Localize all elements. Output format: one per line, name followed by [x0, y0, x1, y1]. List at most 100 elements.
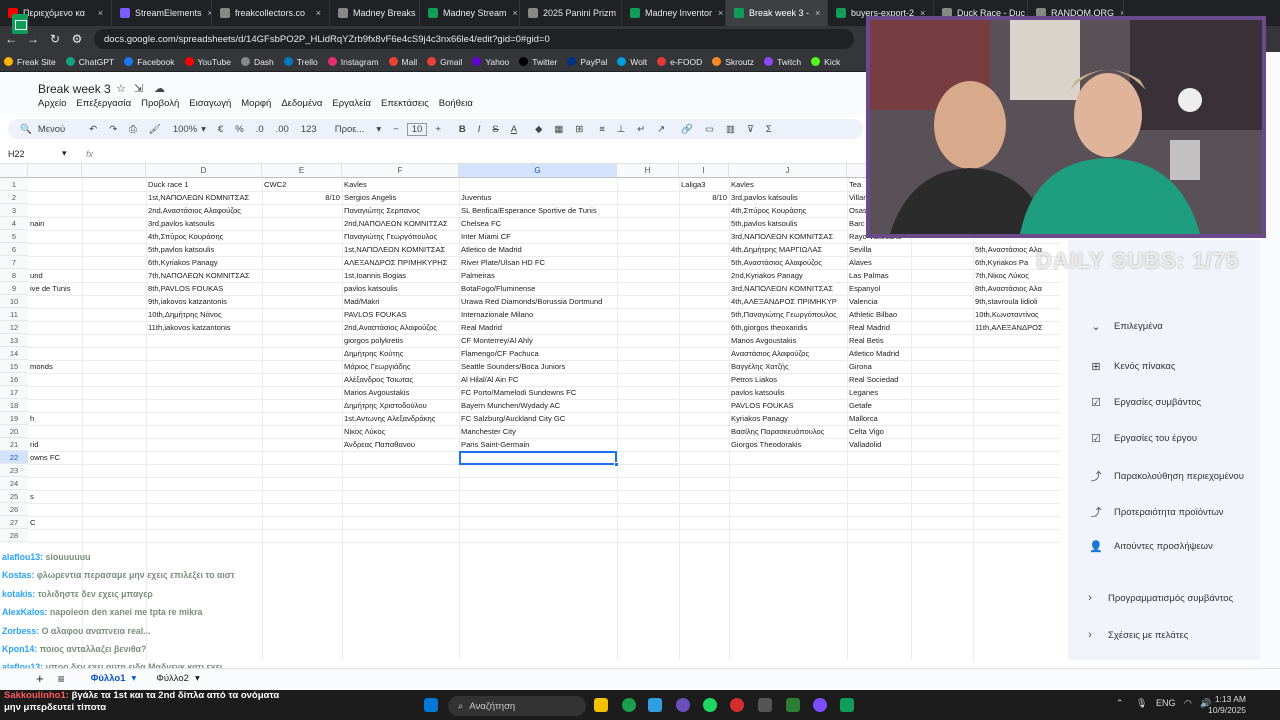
- cell[interactable]: rid: [28, 438, 82, 451]
- cell[interactable]: Paris Saint-Germain: [459, 438, 617, 451]
- cell[interactable]: Atletico de Madrid: [459, 243, 617, 256]
- sheet-tab-1[interactable]: Φύλλο1: [91, 673, 126, 684]
- redo-icon[interactable]: ↷: [109, 124, 117, 135]
- browser-tab[interactable]: freakcollectors.co ×: [212, 0, 330, 26]
- address-bar[interactable]: docs.google.com/spreadsheets/d/14GFsbPO2…: [94, 29, 854, 49]
- cell[interactable]: Las Palmas: [847, 269, 911, 282]
- cell[interactable]: Celta Vigo: [847, 425, 911, 438]
- telegram-icon[interactable]: [648, 698, 662, 712]
- row-header[interactable]: 5: [0, 230, 28, 243]
- bold-icon[interactable]: B: [459, 124, 466, 135]
- link-icon[interactable]: 🔗: [681, 124, 693, 135]
- row-header[interactable]: 11: [0, 308, 28, 321]
- cell[interactable]: Atletico Madrid: [847, 347, 911, 360]
- template-item[interactable]: ⤴ Παρακολούθηση περιεχομένου: [1088, 468, 1244, 484]
- cell[interactable]: CF Monterrey/Al Ahly: [459, 334, 617, 347]
- cell[interactable]: Laliga3: [679, 178, 729, 191]
- close-icon[interactable]: ×: [507, 8, 518, 18]
- cell[interactable]: Marios Avgoustakis: [342, 386, 459, 399]
- menu-item[interactable]: Επεκτάσεις: [381, 98, 429, 109]
- cell[interactable]: 2nd,Αναστάσιος Αλαφούζος: [342, 321, 459, 334]
- row-header[interactable]: 16: [0, 373, 28, 386]
- cell[interactable]: 8/10: [262, 191, 342, 204]
- corner-cell[interactable]: [0, 164, 28, 178]
- app-icon[interactable]: [813, 698, 827, 712]
- cell[interactable]: PAVLOS FOUKAS: [729, 399, 847, 412]
- cell[interactable]: Al Hilal/Al Ain FC: [459, 373, 617, 386]
- print-icon[interactable]: ⎙: [129, 124, 137, 135]
- file-explorer-icon[interactable]: [594, 698, 608, 712]
- fill-handle[interactable]: [614, 462, 619, 467]
- column-header[interactable]: H: [617, 164, 679, 178]
- align-horizontal-icon[interactable]: ≡: [599, 124, 605, 135]
- cell[interactable]: und: [28, 269, 82, 282]
- currency-button[interactable]: €: [218, 124, 223, 135]
- font-size-input[interactable]: 10: [406, 122, 428, 136]
- cell[interactable]: Real Madrid: [847, 321, 911, 334]
- column-header[interactable]: F: [342, 164, 459, 178]
- cell[interactable]: monds: [28, 360, 82, 373]
- template-section[interactable]: › Προγραμματισμός συμβάντος: [1082, 592, 1233, 604]
- cell[interactable]: Valencia: [847, 295, 911, 308]
- cell[interactable]: Getafe: [847, 399, 911, 412]
- zoom-select[interactable]: 100%: [173, 124, 197, 135]
- bookmark-item[interactable]: PayPal: [567, 57, 607, 67]
- cell[interactable]: Real Betis: [847, 334, 911, 347]
- cell[interactable]: pavlos katsoulis: [342, 282, 459, 295]
- cell[interactable]: 1st,ΝΑΠΟΛΕΩΝ ΚΟΜΝΙΤΣΑΣ: [146, 191, 262, 204]
- row-header[interactable]: 23: [0, 464, 28, 477]
- bookmark-item[interactable]: Facebook: [124, 57, 175, 67]
- name-box[interactable]: H22: [8, 149, 62, 159]
- cell[interactable]: 1st,Αντωνης Αλεξανδράκης: [342, 412, 459, 425]
- row-header[interactable]: 4: [0, 217, 28, 230]
- cell[interactable]: Sergios Angelis: [342, 191, 459, 204]
- cell[interactable]: Juventus: [459, 191, 617, 204]
- cell[interactable]: 4th,Δημήτρης ΜΑΡΓΙΩΛΑΣ: [729, 243, 847, 256]
- cell[interactable]: Παναγιώτης Σερπανος: [342, 204, 459, 217]
- cell[interactable]: C: [28, 516, 82, 529]
- filter-icon[interactable]: ⊽: [747, 124, 754, 135]
- row-header[interactable]: 3: [0, 204, 28, 217]
- cell[interactable]: s: [28, 490, 82, 503]
- app-icon[interactable]: [676, 698, 690, 712]
- menu-item[interactable]: Εργαλεία: [332, 98, 371, 109]
- number-format-button[interactable]: 123: [301, 124, 317, 135]
- cell[interactable]: 8th,PAVLOS FOUKAS: [146, 282, 262, 295]
- cell[interactable]: SL Benfica/Esperance Sportive de Tunis: [459, 204, 617, 217]
- cell[interactable]: Mallorca: [847, 412, 911, 425]
- clock[interactable]: 1:13 AM 10/9/2025: [1204, 694, 1246, 716]
- cell[interactable]: 9th,stavroula lidioli: [973, 295, 1060, 308]
- cell[interactable]: Δημήτρης Χριστοδούλου: [342, 399, 459, 412]
- undo-icon[interactable]: ↶: [89, 124, 97, 135]
- cell[interactable]: Internazionale Milano: [459, 308, 617, 321]
- browser-tab[interactable]: StreamElements×: [112, 0, 212, 26]
- cell[interactable]: 9th,iakovos katzantonis: [146, 295, 262, 308]
- cell[interactable]: 7th,ΝΑΠΟΛΕΩΝ ΚΟΜΝΙΤΣΑΣ: [146, 269, 262, 282]
- merge-icon[interactable]: ⊞: [575, 124, 583, 135]
- italic-icon[interactable]: I: [478, 124, 481, 135]
- cell[interactable]: Flamengo/CF Pachuca: [459, 347, 617, 360]
- cell[interactable]: Urawa Red Diamonds/Borussia Dortmund: [459, 295, 617, 308]
- row-header[interactable]: 21: [0, 438, 28, 451]
- close-icon[interactable]: ×: [809, 8, 820, 18]
- tray-overflow-icon[interactable]: ⌃: [1116, 698, 1124, 709]
- cell[interactable]: Seattle Sounders/Boca Juniors: [459, 360, 617, 373]
- row-header[interactable]: 26: [0, 503, 28, 516]
- forward-icon[interactable]: →: [22, 32, 44, 46]
- strikethrough-icon[interactable]: S: [492, 124, 498, 135]
- row-header[interactable]: 14: [0, 347, 28, 360]
- bookmark-item[interactable]: ChatGPT: [65, 57, 114, 67]
- reload-icon[interactable]: ↻: [44, 32, 66, 46]
- menu-item[interactable]: Εισαγωγή: [189, 98, 231, 109]
- borders-icon[interactable]: ▦: [554, 124, 563, 135]
- column-header[interactable]: [82, 164, 146, 178]
- cell[interactable]: 1st,ΝΑΠΟΛΕΩΝ ΚΟΜΝΙΤΣΑΣ: [342, 243, 459, 256]
- chart-icon[interactable]: ▥: [726, 124, 735, 135]
- cell[interactable]: ΑΛΕΞΑΝΔΡΟΣ ΠΡΙΜΗΚΥΡΗΣ: [342, 256, 459, 269]
- cell[interactable]: nain: [28, 217, 82, 230]
- all-sheets-icon[interactable]: ≡: [58, 672, 65, 686]
- close-icon[interactable]: ×: [310, 8, 321, 18]
- close-icon[interactable]: ×: [712, 8, 723, 18]
- bookmark-item[interactable]: YouTube: [184, 57, 231, 67]
- browser-tab[interactable]: Madney Inventor ×: [622, 0, 726, 26]
